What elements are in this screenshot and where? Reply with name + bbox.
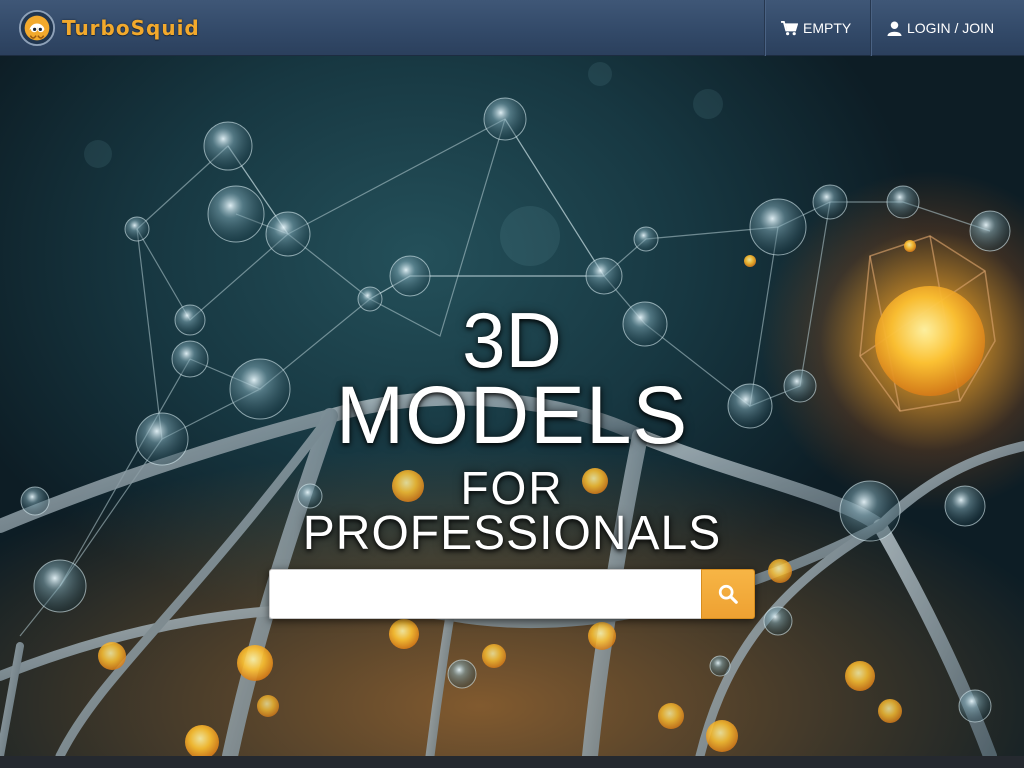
turbosquid-logo-link[interactable]: TurboSquid xyxy=(18,8,200,48)
headline-line-for: FOR xyxy=(460,462,564,514)
headline-line-models: MODELS xyxy=(335,370,689,461)
search-input[interactable] xyxy=(269,569,701,619)
login-join-button[interactable]: LOGIN / JOIN xyxy=(870,0,1024,56)
hero-banner: 3D MODELS FOR PROFESSIONALS xyxy=(0,56,1024,756)
headline-line-3d: 3D xyxy=(462,296,562,384)
top-navigation-bar: TurboSquid EMPTY LOGIN / JOIN xyxy=(0,0,1024,56)
header-actions: EMPTY LOGIN / JOIN xyxy=(764,0,1024,56)
login-join-label: LOGIN / JOIN xyxy=(907,20,995,36)
user-icon xyxy=(887,20,902,36)
cart-icon xyxy=(781,20,798,35)
headline-line-professionals: PROFESSIONALS xyxy=(302,507,722,560)
page: TurboSquid EMPTY LOGIN / JOIN 3D MODELS … xyxy=(0,0,1024,768)
search-button[interactable] xyxy=(701,569,755,619)
squid-logo-icon xyxy=(18,9,56,47)
search-bar xyxy=(269,569,755,619)
search-icon xyxy=(718,584,738,604)
cart-button[interactable]: EMPTY xyxy=(764,0,870,56)
footer-strip xyxy=(0,756,1024,768)
brand-name: TurboSquid xyxy=(62,16,200,40)
cart-label: EMPTY xyxy=(803,20,852,36)
